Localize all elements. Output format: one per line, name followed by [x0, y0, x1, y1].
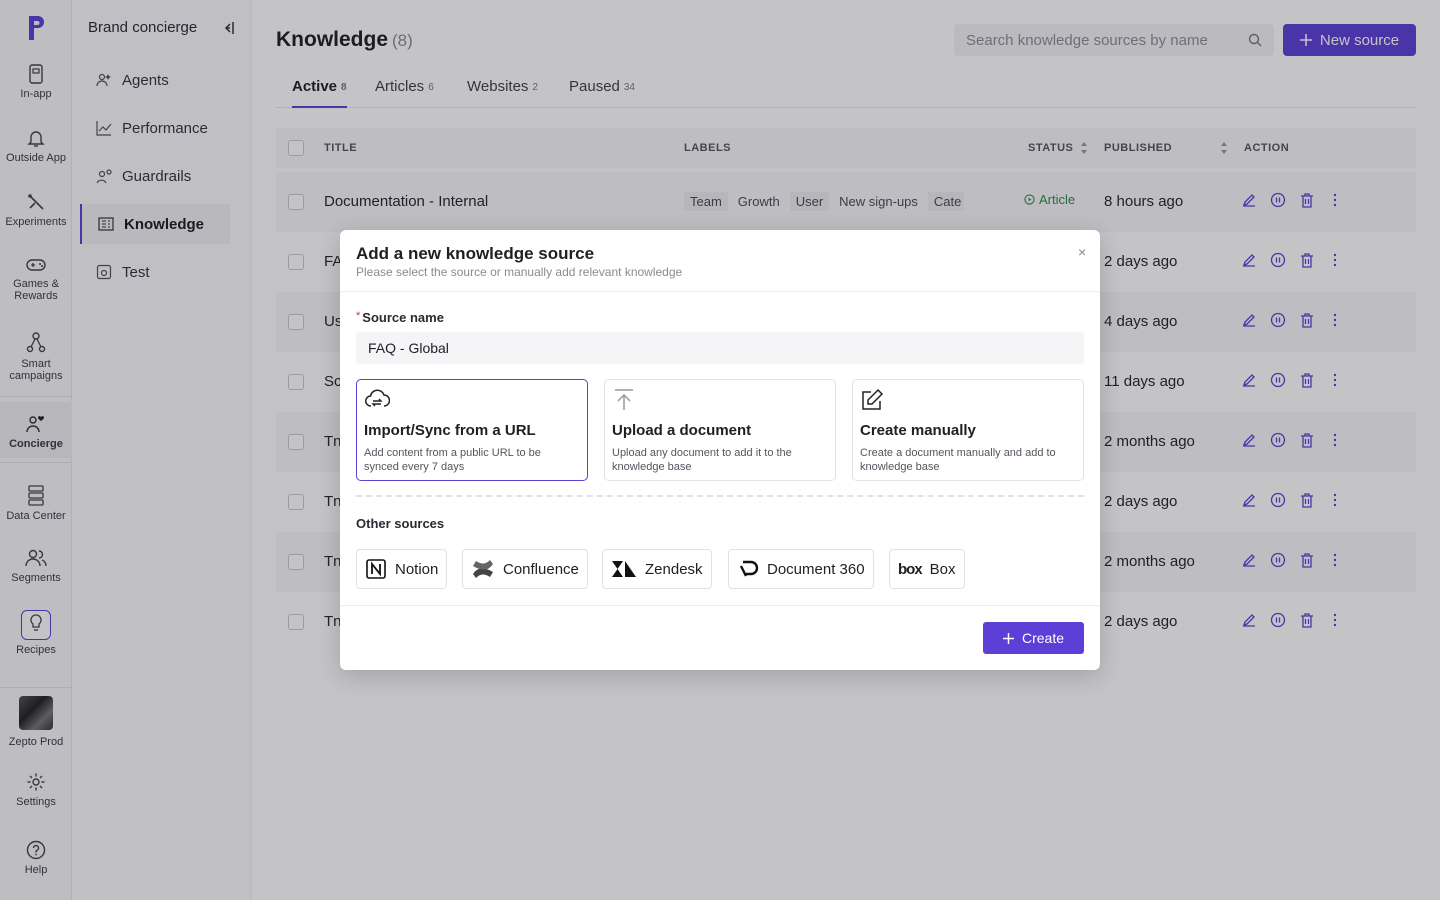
other-sources-title: Other sources [356, 516, 445, 531]
modal-title: Add a new knowledge source [356, 244, 595, 263]
source-name-input[interactable] [356, 332, 1084, 364]
create-label: Create [1021, 630, 1065, 646]
source-document360[interactable]: Document 360 [728, 549, 874, 589]
plus-icon [1002, 632, 1014, 644]
document360-icon [739, 560, 759, 577]
option-desc: Create a document manually and add to kn… [860, 447, 1056, 473]
upload-icon [615, 389, 633, 410]
cloud-sync-icon [365, 389, 390, 407]
required-mark: * [356, 310, 361, 322]
source-label: Box [929, 560, 956, 578]
box-icon: box [898, 560, 923, 578]
option-title: Upload a document [612, 422, 752, 439]
create-button[interactable]: Create [983, 622, 1084, 654]
source-name-label-text: Source name [362, 310, 444, 325]
option-import-url[interactable]: Import/Sync from a URL Add content from … [356, 379, 588, 481]
modal-subtitle: Please select the source or manually add… [356, 265, 683, 279]
close-icon[interactable]: × [1078, 244, 1086, 260]
section-divider [356, 495, 1084, 497]
source-label: Confluence [503, 560, 579, 578]
edit-document-icon [862, 388, 884, 410]
source-box[interactable]: box Box [889, 549, 965, 589]
source-zendesk[interactable]: Zendesk [602, 549, 712, 589]
source-confluence[interactable]: Confluence [462, 549, 588, 589]
option-upload-document[interactable]: Upload a document Upload any document to… [604, 379, 836, 481]
notion-icon [366, 559, 386, 579]
option-desc: Upload any document to add it to the kno… [612, 447, 792, 473]
confluence-icon [473, 560, 493, 578]
option-title: Create manually [860, 422, 976, 439]
source-label: Zendesk [645, 560, 703, 578]
modal-divider [340, 291, 1100, 292]
source-notion[interactable]: Notion [356, 549, 448, 589]
modal-footer-divider [340, 605, 1100, 606]
add-source-modal: Add a new knowledge source Please select… [340, 230, 1100, 670]
option-title: Import/Sync from a URL [364, 422, 536, 439]
option-desc: Add content from a public URL to be sync… [364, 447, 541, 473]
source-label: Document 360 [767, 560, 865, 578]
source-name-label: * Source name [356, 310, 444, 325]
source-label: Notion [395, 560, 439, 578]
option-create-manually[interactable]: Create manually Create a document manual… [852, 379, 1084, 481]
zendesk-icon [612, 561, 636, 577]
